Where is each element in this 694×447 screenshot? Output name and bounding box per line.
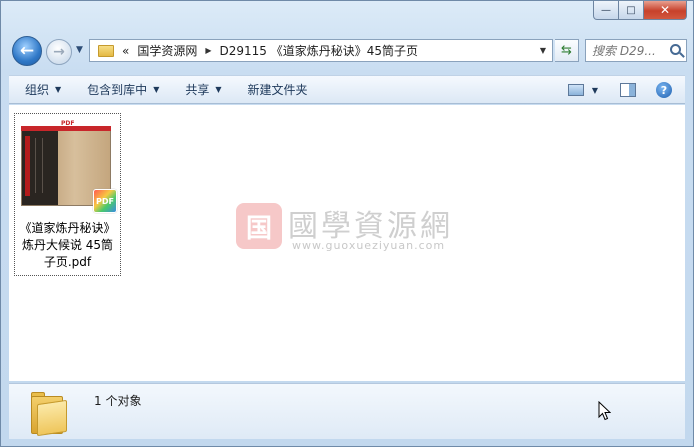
chevron-down-icon: ▼ (55, 85, 62, 94)
item-count: 1 个对象 (94, 394, 142, 408)
file-name-line: 《道家炼丹秘诀》 (19, 221, 116, 235)
help-button[interactable]: ? (653, 80, 675, 100)
minimize-button[interactable]: — (593, 1, 619, 20)
explorer-window: — □ ✕ ← → ▼ « 国学资源网 ▶ D29115 《道家炼丹秘诀》45筒… (0, 0, 694, 447)
forward-button[interactable]: → (46, 39, 72, 65)
navigation-bar: ← → ▼ « 国学资源网 ▶ D29115 《道家炼丹秘诀》45筒子页 ▼ ⇆ (9, 36, 687, 66)
preview-pane-button[interactable] (617, 80, 639, 100)
maximize-button[interactable]: □ (619, 1, 644, 20)
folder-icon (98, 44, 114, 57)
chevron-down-icon: ▼ (215, 85, 222, 94)
recent-pages-button[interactable]: ▼ (76, 45, 83, 55)
watermark-seal-icon: 国 (236, 203, 282, 249)
pdf-icon: PDF (93, 189, 117, 213)
thumbnail-header-bar (21, 126, 111, 131)
file-name-line: 子页.pdf (43, 255, 92, 269)
watermark-url: www.guoxueziyuan.com (292, 239, 446, 252)
address-bar[interactable]: « 国学资源网 ▶ D29115 《道家炼丹秘诀》45筒子页 ▼ (89, 39, 553, 62)
include-in-library-button[interactable]: 包含到库中 ▼ (77, 79, 169, 101)
back-button[interactable]: ← (12, 36, 42, 66)
refresh-button[interactable]: ⇆ (555, 39, 579, 62)
chevron-down-icon: ▼ (153, 85, 160, 94)
forward-arrow-icon: → (53, 44, 65, 60)
watermark: 国 國學資源網 www.guoxueziyuan.com (234, 199, 494, 259)
refresh-icon: ⇆ (561, 43, 572, 58)
caption-buttons: — □ ✕ (593, 1, 687, 21)
preview-pane-icon (620, 83, 636, 97)
file-item-pdf[interactable]: PDF PDF 《道家炼丹秘诀》 炼丹大候说 45筒 子页.pdf (14, 113, 121, 276)
thumbnail-spine (35, 138, 43, 193)
thumbnail-title-strip (25, 136, 30, 196)
back-arrow-icon: ← (19, 41, 35, 61)
command-bar: 组织 ▼ 包含到库中 ▼ 共享 ▼ 新建文件夹 ▼ ? (9, 75, 685, 104)
new-folder-label: 新建文件夹 (247, 83, 308, 97)
folder-icon (31, 388, 69, 437)
search-icon[interactable] (670, 44, 681, 55)
organize-label: 组织 (25, 83, 50, 97)
details-pane: 1 个对象 (9, 383, 685, 439)
file-name-line: 炼丹大候说 45筒 (21, 238, 114, 252)
search-box[interactable] (585, 39, 687, 62)
breadcrumb-separator-icon[interactable]: ▶ (205, 46, 211, 55)
chevron-down-icon: ▼ (591, 85, 599, 95)
breadcrumb-current-folder[interactable]: D29115 《道家炼丹秘诀》45筒子页 (220, 42, 419, 59)
file-name: 《道家炼丹秘诀》 炼丹大候说 45筒 子页.pdf (15, 220, 120, 271)
help-icon: ? (656, 82, 672, 98)
view-icon (567, 84, 584, 96)
address-overflow[interactable]: « (122, 44, 129, 58)
change-view-button[interactable]: ▼ (563, 80, 603, 100)
search-input[interactable] (592, 43, 672, 58)
file-list-area[interactable]: PDF PDF 《道家炼丹秘诀》 炼丹大候说 45筒 子页.pdf 国 國學資源… (9, 105, 685, 381)
share-label: 共享 (185, 83, 210, 97)
share-button[interactable]: 共享 ▼ (175, 79, 231, 101)
close-button[interactable]: ✕ (644, 1, 687, 20)
organize-button[interactable]: 组织 ▼ (15, 79, 71, 101)
address-dropdown-icon[interactable]: ▼ (540, 46, 546, 55)
include-in-library-label: 包含到库中 (87, 83, 148, 97)
new-folder-button[interactable]: 新建文件夹 (238, 79, 318, 101)
breadcrumb-guoxue[interactable]: 国学资源网 (137, 42, 197, 59)
